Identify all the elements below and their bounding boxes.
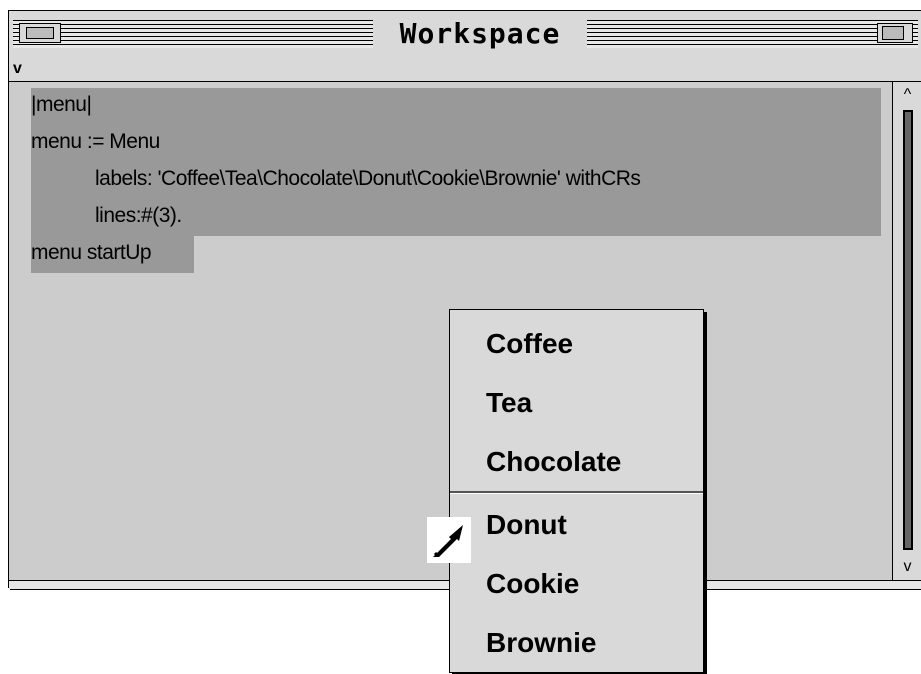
arrow-cursor-icon xyxy=(427,517,471,563)
title-bar[interactable]: Workspace xyxy=(9,11,921,58)
menu-item-cookie[interactable]: Cookie xyxy=(486,564,579,604)
menu-divider xyxy=(450,491,703,494)
scroll-thumb[interactable] xyxy=(905,112,911,548)
workspace-menu-bar[interactable]: v xyxy=(9,57,921,82)
zoom-box-icon[interactable] xyxy=(877,23,913,43)
scroll-down-icon[interactable]: v xyxy=(893,556,921,578)
code-line: |menu| xyxy=(31,93,92,116)
code-line: labels: 'Coffee\Tea\Chocolate\Donut\Cook… xyxy=(95,167,641,190)
menu-item-tea[interactable]: Tea xyxy=(486,383,532,423)
title-stripes-right xyxy=(587,20,918,48)
menu-item-coffee[interactable]: Coffee xyxy=(486,324,573,364)
code-line: menu startUp xyxy=(31,241,152,264)
popup-menu[interactable]: Coffee Tea Chocolate Donut Cookie Browni… xyxy=(449,309,704,673)
window-title: Workspace xyxy=(373,17,587,51)
menu-item-chocolate[interactable]: Chocolate xyxy=(486,442,621,482)
code-text[interactable]: |menu| menu := Menu labels: 'Coffee\Tea\… xyxy=(31,86,641,271)
chevron-down-icon[interactable]: v xyxy=(13,61,22,77)
menu-item-donut[interactable]: Donut xyxy=(486,505,567,545)
code-line: menu := Menu xyxy=(31,130,160,153)
title-stripes-left xyxy=(13,20,373,48)
code-line: lines:#(3). xyxy=(95,204,182,227)
scroll-up-icon[interactable]: ^ xyxy=(893,84,921,106)
vertical-scrollbar[interactable]: ^ v xyxy=(892,82,921,580)
menu-item-brownie[interactable]: Brownie xyxy=(486,623,596,663)
close-box-icon[interactable] xyxy=(19,23,61,43)
